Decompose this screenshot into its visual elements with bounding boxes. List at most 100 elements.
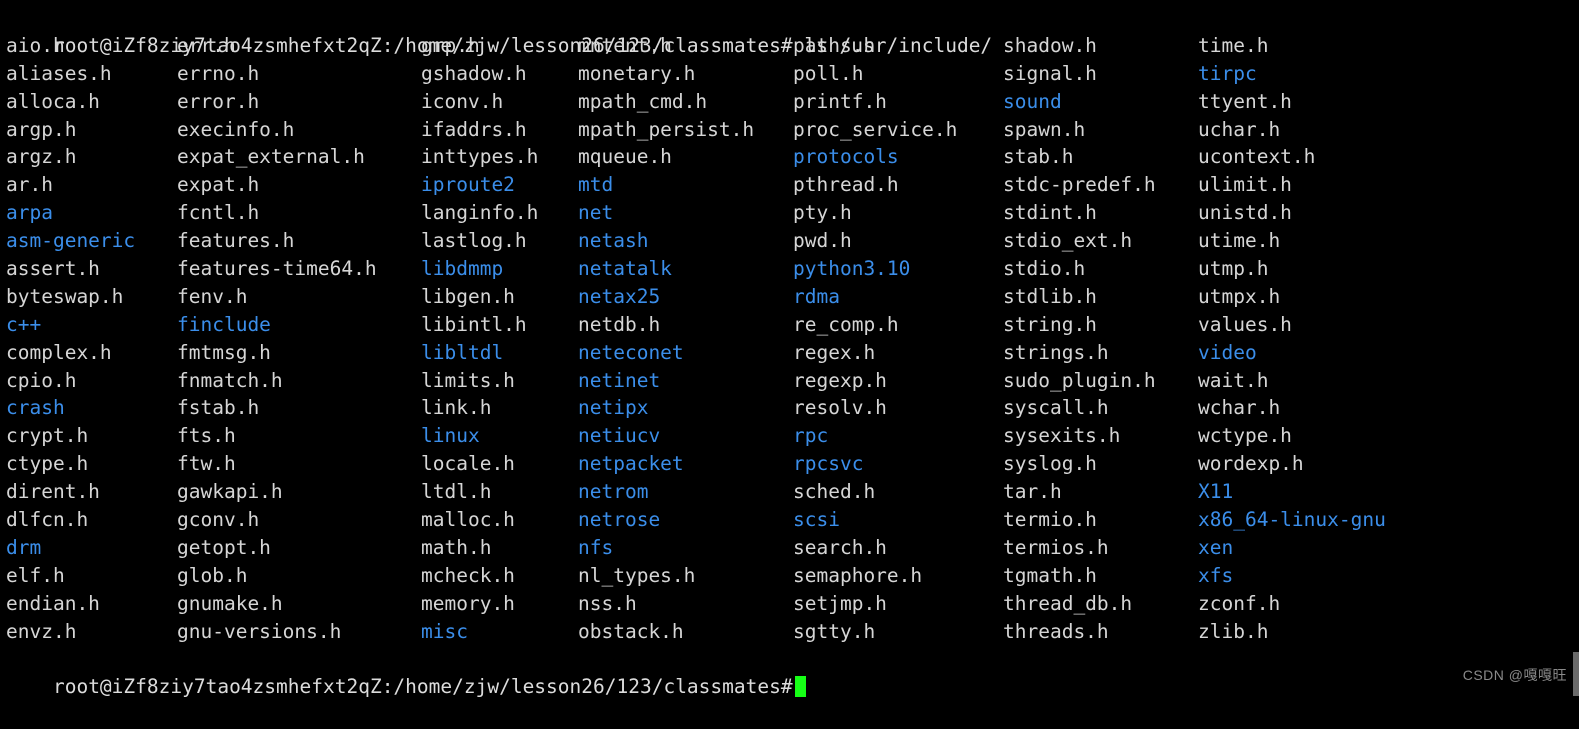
directory-entry[interactable]: netinet	[578, 367, 793, 395]
file-entry[interactable]: string.h	[1003, 311, 1198, 339]
file-entry[interactable]: aio.h	[6, 32, 177, 60]
file-entry[interactable]: ltdl.h	[421, 478, 578, 506]
file-entry[interactable]: ulimit.h	[1198, 171, 1438, 199]
file-entry[interactable]: regex.h	[793, 339, 1003, 367]
file-entry[interactable]: strings.h	[1003, 339, 1198, 367]
file-entry[interactable]: tar.h	[1003, 478, 1198, 506]
directory-entry[interactable]: tirpc	[1198, 60, 1438, 88]
directory-entry[interactable]: misc	[421, 618, 578, 646]
file-entry[interactable]: zlib.h	[1198, 618, 1438, 646]
directory-entry[interactable]: xfs	[1198, 562, 1438, 590]
file-entry[interactable]: inttypes.h	[421, 143, 578, 171]
file-entry[interactable]: expat_external.h	[177, 143, 421, 171]
file-entry[interactable]: monetary.h	[578, 60, 793, 88]
file-entry[interactable]: unistd.h	[1198, 199, 1438, 227]
file-entry[interactable]: err.h	[177, 32, 421, 60]
file-entry[interactable]: stdio.h	[1003, 255, 1198, 283]
file-entry[interactable]: execinfo.h	[177, 116, 421, 144]
file-entry[interactable]: sysexits.h	[1003, 422, 1198, 450]
file-entry[interactable]: crypt.h	[6, 422, 177, 450]
file-entry[interactable]: dirent.h	[6, 478, 177, 506]
directory-entry[interactable]: netipx	[578, 394, 793, 422]
file-entry[interactable]: stdint.h	[1003, 199, 1198, 227]
file-entry[interactable]: obstack.h	[578, 618, 793, 646]
directory-entry[interactable]: netiucv	[578, 422, 793, 450]
file-entry[interactable]: sudo_plugin.h	[1003, 367, 1198, 395]
file-entry[interactable]: termios.h	[1003, 534, 1198, 562]
file-entry[interactable]: pwd.h	[793, 227, 1003, 255]
directory-entry[interactable]: python3.10	[793, 255, 1003, 283]
file-entry[interactable]: search.h	[793, 534, 1003, 562]
file-entry[interactable]: utmp.h	[1198, 255, 1438, 283]
directory-entry[interactable]: iproute2	[421, 171, 578, 199]
file-entry[interactable]: tgmath.h	[1003, 562, 1198, 590]
file-entry[interactable]: stab.h	[1003, 143, 1198, 171]
file-entry[interactable]: libgen.h	[421, 283, 578, 311]
directory-entry[interactable]: neteconet	[578, 339, 793, 367]
directory-entry[interactable]: libltdl	[421, 339, 578, 367]
file-entry[interactable]: byteswap.h	[6, 283, 177, 311]
file-entry[interactable]: iconv.h	[421, 88, 578, 116]
file-entry[interactable]: limits.h	[421, 367, 578, 395]
file-entry[interactable]: wordexp.h	[1198, 450, 1438, 478]
file-entry[interactable]: gawkapi.h	[177, 478, 421, 506]
file-entry[interactable]: proc_service.h	[793, 116, 1003, 144]
file-entry[interactable]: argz.h	[6, 143, 177, 171]
file-entry[interactable]: fts.h	[177, 422, 421, 450]
file-entry[interactable]: fstab.h	[177, 394, 421, 422]
file-entry[interactable]: setjmp.h	[793, 590, 1003, 618]
file-entry[interactable]: ucontext.h	[1198, 143, 1438, 171]
file-entry[interactable]: malloc.h	[421, 506, 578, 534]
directory-entry[interactable]: drm	[6, 534, 177, 562]
directory-entry[interactable]: netpacket	[578, 450, 793, 478]
file-entry[interactable]: pthread.h	[793, 171, 1003, 199]
file-entry[interactable]: shadow.h	[1003, 32, 1198, 60]
file-entry[interactable]: link.h	[421, 394, 578, 422]
directory-entry[interactable]: xen	[1198, 534, 1438, 562]
file-entry[interactable]: error.h	[177, 88, 421, 116]
file-entry[interactable]: sgtty.h	[793, 618, 1003, 646]
final-prompt-line[interactable]: root@iZf8ziy7tao4zsmhefxt2qZ:/home/zjw/l…	[6, 645, 1579, 698]
file-entry[interactable]: glob.h	[177, 562, 421, 590]
file-entry[interactable]: aliases.h	[6, 60, 177, 88]
file-entry[interactable]: nss.h	[578, 590, 793, 618]
file-entry[interactable]: syslog.h	[1003, 450, 1198, 478]
file-entry[interactable]: mpath_persist.h	[578, 116, 793, 144]
file-entry[interactable]: dlfcn.h	[6, 506, 177, 534]
file-entry[interactable]: syscall.h	[1003, 394, 1198, 422]
file-entry[interactable]: ttyent.h	[1198, 88, 1438, 116]
file-entry[interactable]: signal.h	[1003, 60, 1198, 88]
file-entry[interactable]: gnu-versions.h	[177, 618, 421, 646]
directory-entry[interactable]: X11	[1198, 478, 1438, 506]
file-entry[interactable]: gconv.h	[177, 506, 421, 534]
file-entry[interactable]: stdio_ext.h	[1003, 227, 1198, 255]
directory-entry[interactable]: x86_64-linux-gnu	[1198, 506, 1438, 534]
directory-entry[interactable]: netatalk	[578, 255, 793, 283]
file-entry[interactable]: memory.h	[421, 590, 578, 618]
file-entry[interactable]: langinfo.h	[421, 199, 578, 227]
file-entry[interactable]: threads.h	[1003, 618, 1198, 646]
file-entry[interactable]: grp.h	[421, 32, 578, 60]
file-entry[interactable]: termio.h	[1003, 506, 1198, 534]
file-entry[interactable]: resolv.h	[793, 394, 1003, 422]
file-entry[interactable]: complex.h	[6, 339, 177, 367]
file-entry[interactable]: gnumake.h	[177, 590, 421, 618]
directory-entry[interactable]: asm-generic	[6, 227, 177, 255]
file-entry[interactable]: fmtmsg.h	[177, 339, 421, 367]
file-entry[interactable]: re_comp.h	[793, 311, 1003, 339]
file-entry[interactable]: libintl.h	[421, 311, 578, 339]
file-entry[interactable]: locale.h	[421, 450, 578, 478]
file-entry[interactable]: fcntl.h	[177, 199, 421, 227]
file-entry[interactable]: values.h	[1198, 311, 1438, 339]
file-entry[interactable]: ftw.h	[177, 450, 421, 478]
file-entry[interactable]: lastlog.h	[421, 227, 578, 255]
file-entry[interactable]: netdb.h	[578, 311, 793, 339]
directory-entry[interactable]: nfs	[578, 534, 793, 562]
file-entry[interactable]: stdc-predef.h	[1003, 171, 1198, 199]
file-entry[interactable]: regexp.h	[793, 367, 1003, 395]
directory-entry[interactable]: scsi	[793, 506, 1003, 534]
directory-entry[interactable]: libdmmp	[421, 255, 578, 283]
file-entry[interactable]: sched.h	[793, 478, 1003, 506]
file-entry[interactable]: nl_types.h	[578, 562, 793, 590]
file-entry[interactable]: paths.h	[793, 32, 1003, 60]
